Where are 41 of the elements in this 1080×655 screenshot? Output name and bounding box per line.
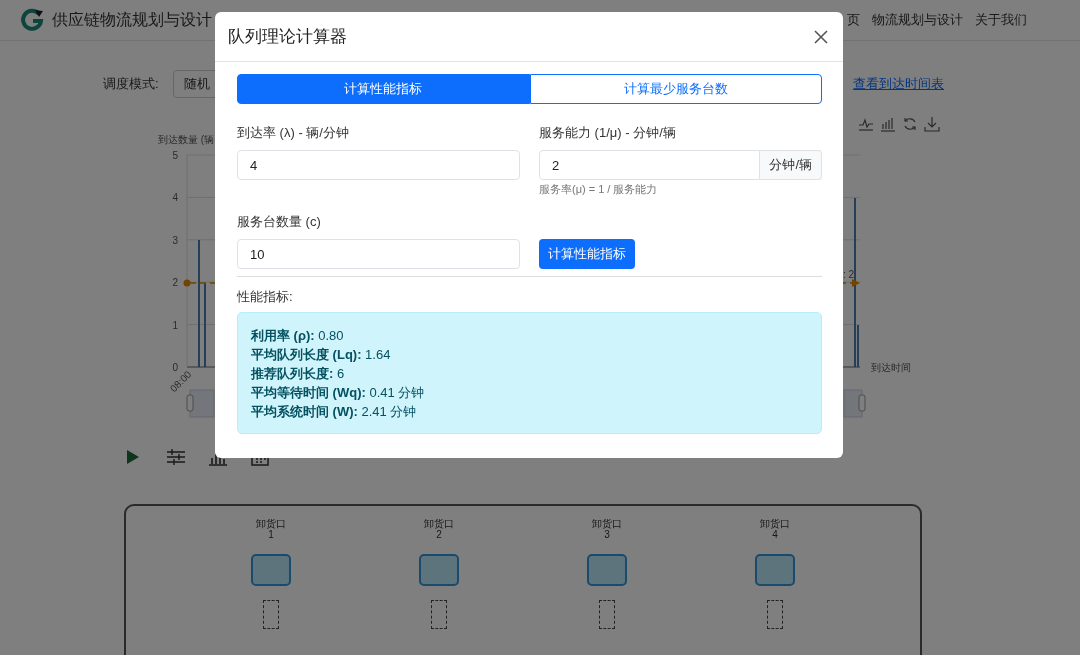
nav-link[interactable]: 关于我们 [975,11,1027,29]
tab[interactable]: 计算最少服务台数 [529,74,822,104]
nav-link[interactable]: 物流规划与设计 [872,11,963,29]
bay-number: 1 [268,529,274,540]
axis-tick-label: 2 [172,277,178,289]
bay-label: 卸货口 [256,518,286,529]
field-label: 服务台数量 (c) [237,213,322,231]
line-label: : 2 [843,269,855,280]
nav-link[interactable]: 页 [847,11,860,29]
input-field[interactable]: 10 [237,239,520,269]
axis-tick-label: 0 [172,362,178,373]
bay-number: 2 [436,529,442,540]
result-line: 利用率 (ρ): 0.80 [251,327,345,345]
field-label: 服务能力 (1/μ) - 分钟/辆 [539,124,677,142]
bay-label: 卸货口 [592,518,622,529]
result-line: 推荐队列长度: 6 [251,365,346,383]
axis-title: 到达时间 [871,362,911,373]
section-heading: 性能指标: [237,288,294,306]
field-label: 调度模式: [103,75,159,93]
unit-label: 分钟/辆 [760,150,822,180]
bay-number: 4 [772,529,778,540]
result-line: 平均系统时间 (W): 2.41 分钟 [251,403,418,421]
axis-tick-label: 3 [172,234,178,246]
input-field[interactable]: 4 [237,150,520,180]
bay-label: 卸货口 [424,518,454,529]
site-title: 供应链物流规划与设计 [52,9,212,30]
axis-tick-label: 4 [172,192,178,204]
axis-tick-label: 1 [172,319,178,331]
dialog-title: 队列理论计算器 [228,26,347,48]
bay-label: 卸货口 [760,518,790,529]
axis-tick-label: 5 [172,150,178,161]
schedule-link[interactable]: 查看到达时间表 [853,75,944,93]
tab[interactable]: 计算性能指标 [237,74,530,104]
field-label: 到达率 (λ) - 辆/分钟 [237,124,350,142]
axis-title: 到达数量 (辆 [158,134,215,145]
calculate-button[interactable]: 计算性能指标 [539,239,635,269]
result-line: 平均队列长度 (Lq): 1.64 [251,346,392,364]
help-text: 服务率(μ) = 1 / 服务能力 [539,182,659,197]
result-line: 平均等待时间 (Wq): 0.41 分钟 [251,384,426,402]
input-field[interactable]: 2 [539,150,761,180]
bay-number: 3 [604,529,610,540]
